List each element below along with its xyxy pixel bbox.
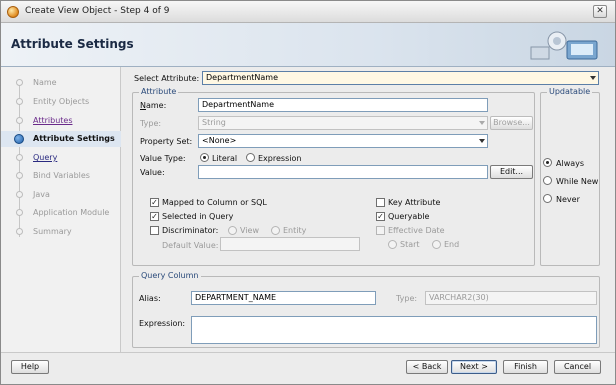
nav-step-java: Java [11, 187, 119, 203]
check-icon: ✓ [151, 212, 158, 221]
select-attribute-label: Select Attribute: [134, 74, 200, 83]
discriminator-checkbox[interactable] [150, 226, 159, 235]
value-type-literal-label: Literal [212, 154, 238, 163]
default-value-label: Default Value: [162, 241, 219, 250]
value-type-label: Value Type: [140, 154, 186, 163]
page-title: Attribute Settings [11, 37, 134, 51]
key-attribute-checkbox[interactable] [376, 198, 385, 207]
chevron-down-icon [479, 121, 485, 125]
effective-date-checkbox[interactable] [376, 226, 385, 235]
alias-input[interactable]: DEPARTMENT_NAME [191, 291, 376, 305]
wizard-window: Create View Object - Step 4 of 9 ✕ Attri… [0, 0, 616, 385]
select-attribute-dropdown[interactable]: DepartmentName [202, 71, 599, 85]
close-icon: ✕ [596, 6, 604, 16]
value-label: Value: [140, 168, 165, 177]
nav-step-summary: Summary [11, 224, 119, 240]
discriminator-view-label: View [240, 226, 259, 235]
effective-start-label: Start [400, 240, 420, 249]
effective-end-radio[interactable] [432, 240, 441, 249]
nav-step-query[interactable]: Query [11, 150, 119, 166]
title-bar: Create View Object - Step 4 of 9 ✕ [1, 1, 615, 23]
query-type-input[interactable]: VARCHAR2(30) [425, 291, 597, 305]
selected-in-query-checkbox[interactable]: ✓ [150, 212, 159, 221]
chevron-down-icon [479, 139, 485, 143]
step-dot-icon [16, 98, 23, 105]
next-button[interactable]: Next > [451, 360, 497, 374]
step-dot-icon [16, 117, 23, 124]
name-input[interactable]: DepartmentName [198, 98, 488, 112]
value-input[interactable] [198, 165, 488, 179]
discriminator-entity-radio[interactable] [271, 226, 280, 235]
property-set-label: Property Set: [140, 137, 193, 146]
discriminator-entity-label: Entity [283, 226, 307, 235]
value-type-expression-radio[interactable] [246, 153, 255, 162]
query-column-title: Query Column [139, 271, 201, 280]
nav-step-name: Name [11, 75, 119, 91]
query-type-label: Type: [396, 294, 418, 303]
default-value-input[interactable] [220, 237, 360, 251]
check-icon: ✓ [151, 198, 158, 207]
edit-button[interactable]: Edit... [490, 165, 533, 179]
browse-button[interactable]: Browse... [490, 116, 533, 130]
expression-label: Expression: [139, 319, 186, 328]
header-banner: Attribute Settings [1, 23, 615, 67]
nav-step-attributes[interactable]: Attributes [11, 113, 119, 129]
window-title: Create View Object - Step 4 of 9 [25, 6, 170, 16]
type-label: Type: [140, 119, 162, 128]
name-label: Name: [140, 101, 167, 110]
wizard-steps-nav: Name Entity Objects Attributes Attribute… [1, 67, 121, 352]
effective-start-radio[interactable] [388, 240, 397, 249]
help-button[interactable]: Help [11, 360, 49, 374]
attribute-group-title: Attribute [139, 87, 179, 96]
updatable-while-new-label: While New [556, 177, 599, 186]
updatable-never-radio[interactable] [543, 194, 552, 203]
cancel-button[interactable]: Cancel [554, 360, 601, 374]
nav-step-bind-variables: Bind Variables [11, 168, 119, 184]
app-icon [7, 6, 19, 18]
updatable-group-title: Updatable [547, 87, 593, 96]
property-set-dropdown[interactable]: <None> [198, 134, 488, 148]
step-dot-icon [16, 228, 23, 235]
current-step-icon [14, 134, 24, 144]
step-dot-icon [16, 209, 23, 216]
updatable-never-label: Never [556, 195, 580, 204]
updatable-always-radio[interactable] [543, 158, 552, 167]
mapped-to-column-label: Mapped to Column or SQL [162, 198, 267, 207]
nav-step-attribute-settings[interactable]: Attribute Settings [1, 131, 121, 147]
step-dot-icon [16, 79, 23, 86]
selected-in-query-label: Selected in Query [162, 212, 234, 221]
step-dot-icon [16, 172, 23, 179]
nav-step-entity-objects: Entity Objects [11, 94, 119, 110]
discriminator-view-radio[interactable] [228, 226, 237, 235]
mapped-to-column-checkbox[interactable]: ✓ [150, 198, 159, 207]
value-type-expression-label: Expression [258, 154, 302, 163]
wizard-graphic-icon [530, 31, 598, 60]
effective-date-label: Effective Date [388, 226, 445, 235]
step-dot-icon [16, 154, 23, 161]
close-button[interactable]: ✕ [593, 5, 607, 18]
nav-step-application-module: Application Module [11, 205, 119, 221]
chevron-down-icon [590, 76, 596, 80]
finish-button[interactable]: Finish [503, 360, 548, 374]
value-type-literal-radio[interactable] [200, 153, 209, 162]
type-dropdown[interactable]: String [198, 116, 488, 130]
queryable-label: Queryable [388, 212, 430, 221]
back-button[interactable]: < Back [406, 360, 448, 374]
alias-label: Alias: [139, 294, 161, 303]
key-attribute-label: Key Attribute [388, 198, 441, 207]
expression-textarea[interactable] [191, 316, 597, 344]
check-icon: ✓ [377, 212, 384, 221]
updatable-always-label: Always [556, 159, 585, 168]
updatable-while-new-radio[interactable] [543, 176, 552, 185]
discriminator-label: Discriminator: [162, 226, 219, 235]
queryable-checkbox[interactable]: ✓ [376, 212, 385, 221]
effective-end-label: End [444, 240, 460, 249]
step-dot-icon [16, 191, 23, 198]
